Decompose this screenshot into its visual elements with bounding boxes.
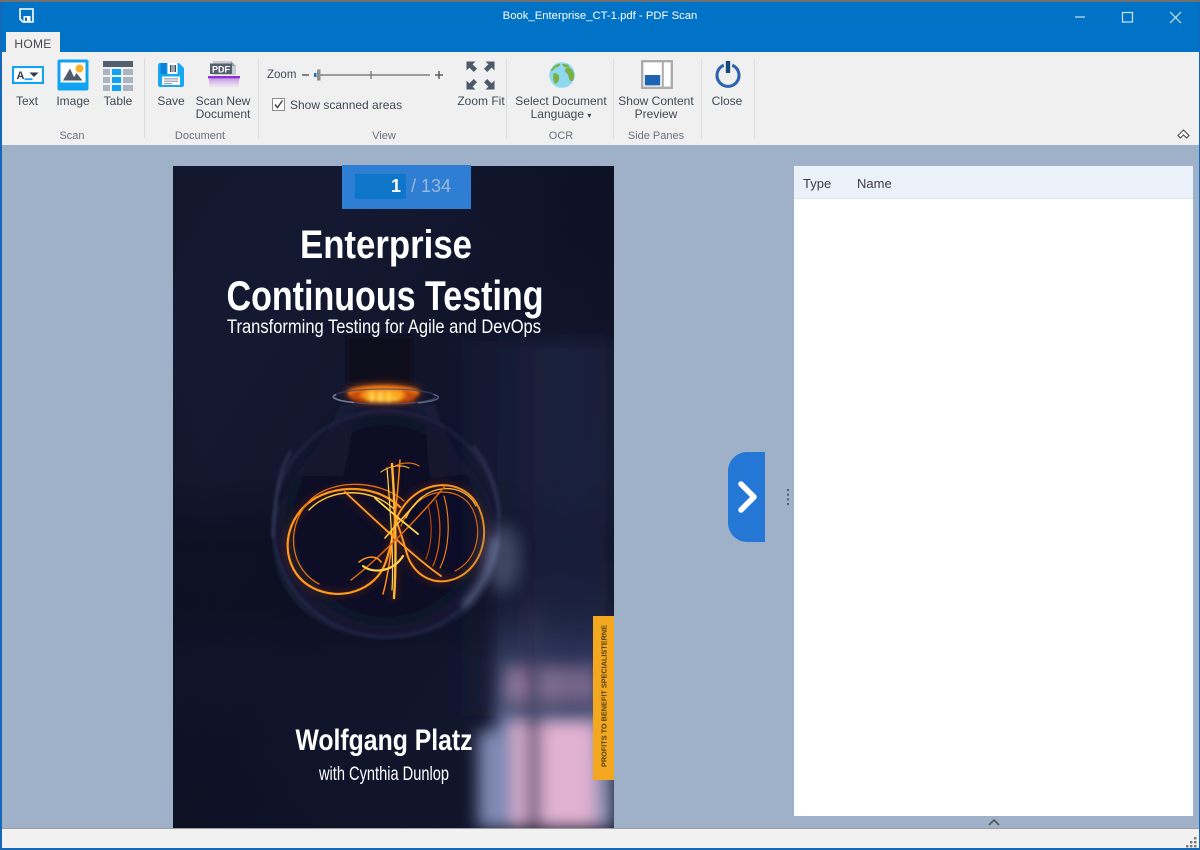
svg-text:Continuous Testing: Continuous Testing — [227, 272, 544, 319]
svg-text:PDF: PDF — [212, 65, 231, 75]
svg-text:A: A — [17, 70, 25, 82]
svg-text:with Cynthia Dunlop: with Cynthia Dunlop — [318, 763, 449, 785]
svg-text:Wolfgang Platz: Wolfgang Platz — [296, 724, 473, 757]
svg-text:Transforming Testing for Agile: Transforming Testing for Agile and DevOp… — [227, 316, 541, 338]
svg-text:Enterprise: Enterprise — [300, 223, 472, 267]
svg-text:PROFITS TO BENEFIT SPECIALISTE: PROFITS TO BENEFIT SPECIALISTERNE — [600, 625, 609, 767]
